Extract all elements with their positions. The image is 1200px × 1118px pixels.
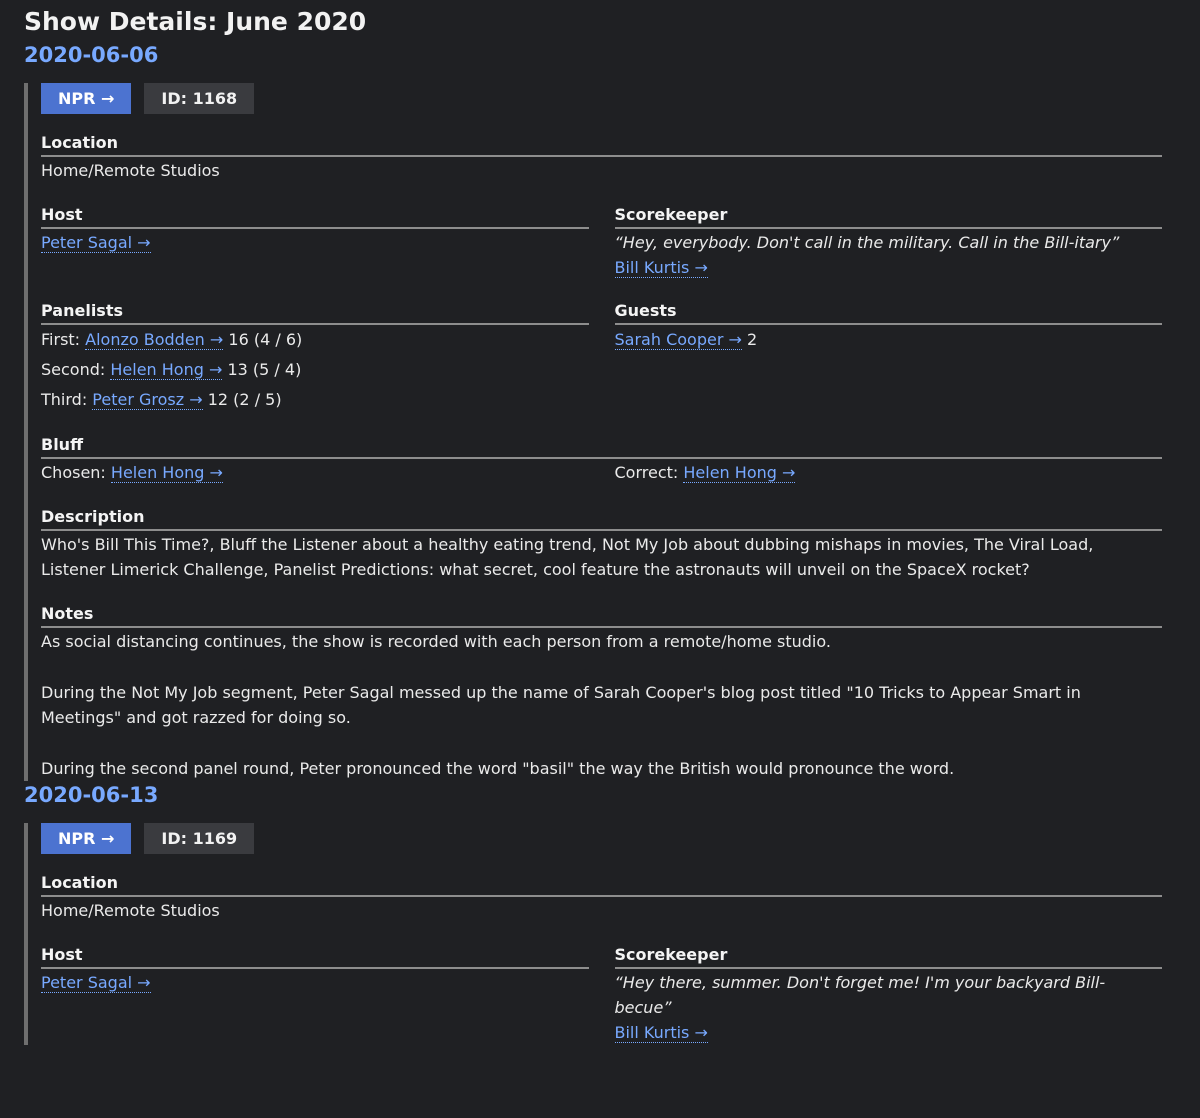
location-label: Location [41,132,1162,157]
description-section: Description Who's Bill This Time?, Bluff… [41,506,1162,582]
panelist-score: 13 (5 / 4) [227,360,302,379]
panelists-guests-row: Panelists First: Alonzo Bodden → 16 (4 /… [41,300,1162,415]
scorekeeper-label: Scorekeeper [614,204,1162,229]
panelist-position: Second: [41,360,106,379]
host-scorekeeper-row: Host Peter Sagal → Scorekeeper “Hey, eve… [41,204,1162,280]
scorekeeper-label: Scorekeeper [614,944,1162,969]
bluff-chosen-label: Chosen: [41,463,106,482]
guests-section: Guests Sarah Cooper → 2 [614,300,1163,415]
npr-link-button[interactable]: NPR → [41,823,132,854]
bluff-row: Chosen: Helen Hong → Correct: Helen Hong… [41,460,1162,485]
show-card: NPR → ID: 1168 Location Home/Remote Stud… [24,83,1176,781]
bluff-chosen: Chosen: Helen Hong → [41,460,589,485]
scorekeeper-quote: “Hey, everybody. Don't call in the milit… [614,233,1120,252]
panelist-row: First: Alonzo Bodden → 16 (4 / 6) [41,325,589,355]
page: Show Details: June 2020 2020-06-06 NPR →… [0,0,1200,1045]
host-link[interactable]: Peter Sagal → [41,233,151,253]
host-scorekeeper-row: Host Peter Sagal → Scorekeeper “Hey ther… [41,944,1162,1045]
location-value: Home/Remote Studios [41,901,220,920]
scorekeeper-link[interactable]: Bill Kurtis → [614,1023,708,1043]
panelist-score: 12 (2 / 5) [207,390,282,409]
show-badges: NPR → ID: 1168 [41,83,1162,114]
note-paragraph: During the second panel round, Peter pro… [41,759,955,778]
scorekeeper-link[interactable]: Bill Kurtis → [614,258,708,278]
bluff-correct: Correct: Helen Hong → [615,460,1163,485]
page-title: Show Details: June 2020 [24,7,367,36]
panelist-position: First: [41,330,81,349]
scorekeeper-section: Scorekeeper “Hey, everybody. Don't call … [614,204,1162,280]
panelist-row: Second: Helen Hong → 13 (5 / 4) [41,355,589,385]
host-section: Host Peter Sagal → [41,204,589,280]
bluff-correct-label: Correct: [614,463,679,482]
host-section: Host Peter Sagal → [41,944,589,1045]
bluff-label: Bluff [41,434,1162,459]
panelist-link[interactable]: Alonzo Bodden → [85,330,224,350]
bluff-section: Bluff Chosen: Helen Hong → Correct: Hele… [41,434,1162,485]
notes-section: Notes As social distancing continues, th… [41,603,1162,781]
note-paragraph: During the Not My Job segment, Peter Sag… [41,683,1081,727]
location-section: Location Home/Remote Studios [41,132,1162,183]
location-section: Location Home/Remote Studios [41,872,1162,923]
guest-link[interactable]: Sarah Cooper → [614,330,742,350]
guest-score: 2 [746,330,758,349]
npr-link-button[interactable]: NPR → [41,83,132,114]
host-label: Host [41,944,589,969]
notes-body: As social distancing continues, the show… [41,629,1162,781]
panelists-label: Panelists [41,300,589,325]
show-date: 2020-06-06 [24,43,159,67]
description-label: Description [41,506,1162,531]
show-id-badge: ID: 1169 [144,823,255,854]
bluff-correct-link[interactable]: Helen Hong → [683,463,796,483]
panelist-link[interactable]: Helen Hong → [110,360,223,380]
scorekeeper-quote: “Hey there, summer. Don't forget me! I'm… [614,973,1106,1017]
bluff-chosen-link[interactable]: Helen Hong → [110,463,223,483]
location-value: Home/Remote Studios [41,161,220,180]
description-text: Who's Bill This Time?, Bluff the Listene… [41,535,1094,579]
notes-label: Notes [41,603,1162,628]
guest-row: Sarah Cooper → 2 [614,325,1163,355]
show-date: 2020-06-13 [24,783,159,807]
scorekeeper-section: Scorekeeper “Hey there, summer. Don't fo… [614,944,1162,1045]
location-label: Location [41,872,1162,897]
show-id-badge: ID: 1168 [144,83,255,114]
guests-label: Guests [614,300,1162,325]
panelist-position: Third: [41,390,88,409]
show-badges: NPR → ID: 1169 [41,823,1162,854]
panelist-link[interactable]: Peter Grosz → [92,390,203,410]
panelists-section: Panelists First: Alonzo Bodden → 16 (4 /… [41,300,589,415]
host-label: Host [41,204,589,229]
show-card: NPR → ID: 1169 Location Home/Remote Stud… [24,823,1176,1045]
panelist-score: 16 (4 / 6) [228,330,303,349]
note-paragraph: As social distancing continues, the show… [41,632,831,651]
panelist-row: Third: Peter Grosz → 12 (2 / 5) [41,385,589,415]
host-link[interactable]: Peter Sagal → [41,973,151,993]
